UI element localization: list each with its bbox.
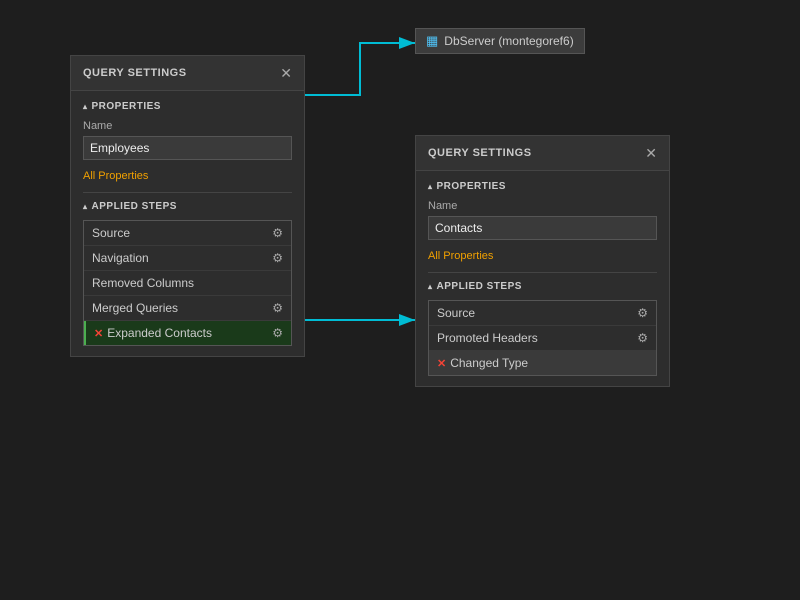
list-item[interactable]: Promoted Headers ⚙ — [429, 326, 656, 351]
step-left: Merged Queries — [92, 301, 178, 315]
left-steps-label: APPLIED STEPS — [92, 201, 177, 212]
gear-icon[interactable]: ⚙ — [272, 326, 283, 340]
left-steps-arrow: ▴ — [83, 202, 88, 211]
right-panel-body: ▴ PROPERTIES Name All Properties ▴ APPLI… — [416, 171, 669, 386]
step-name: Source — [92, 226, 130, 240]
list-item[interactable]: ✕ Changed Type — [429, 351, 656, 375]
gear-icon[interactable]: ⚙ — [637, 306, 648, 320]
gear-icon[interactable]: ⚙ — [272, 226, 283, 240]
left-name-input[interactable] — [83, 136, 292, 160]
step-right: ⚙ — [272, 326, 283, 340]
step-name: Promoted Headers — [437, 331, 538, 345]
right-panel-title: QUERY SETTINGS — [428, 147, 532, 159]
step-left: Source — [437, 306, 475, 320]
step-right: ⚙ — [637, 306, 648, 320]
list-item[interactable]: Navigation ⚙ — [84, 246, 291, 271]
step-name: Removed Columns — [92, 276, 194, 290]
step-name: Navigation — [92, 251, 149, 265]
step-left: Removed Columns — [92, 276, 194, 290]
left-panel-title: QUERY SETTINGS — [83, 67, 187, 79]
list-item[interactable]: Source ⚙ — [84, 221, 291, 246]
step-right: ⚙ — [637, 331, 648, 345]
right-name-label: Name — [428, 200, 657, 212]
right-properties-arrow: ▴ — [428, 182, 433, 191]
step-name: Merged Queries — [92, 301, 178, 315]
gear-icon[interactable]: ⚙ — [272, 301, 283, 315]
list-item[interactable]: Source ⚙ — [429, 301, 656, 326]
list-item[interactable]: Removed Columns — [84, 271, 291, 296]
step-name: Source — [437, 306, 475, 320]
gear-icon[interactable]: ⚙ — [272, 251, 283, 265]
gear-icon[interactable]: ⚙ — [637, 331, 648, 345]
step-right: ⚙ — [272, 301, 283, 315]
right-query-panel: QUERY SETTINGS ✕ ▴ PROPERTIES Name All P… — [415, 135, 670, 387]
database-icon: ▦ — [426, 33, 438, 49]
left-name-label: Name — [83, 120, 292, 132]
left-panel-header: QUERY SETTINGS ✕ — [71, 56, 304, 91]
db-server-label: DbServer (montegoref6) — [444, 34, 573, 48]
step-name: Expanded Contacts — [107, 326, 212, 340]
right-panel-header: QUERY SETTINGS ✕ — [416, 136, 669, 171]
step-error-icon: ✕ — [437, 357, 446, 370]
step-left: Promoted Headers — [437, 331, 538, 345]
left-properties-header: ▴ PROPERTIES — [83, 101, 292, 112]
arrow-to-db — [305, 43, 415, 95]
step-error-icon: ✕ — [94, 327, 103, 340]
left-applied-steps: ▴ APPLIED STEPS Source ⚙ Navigation ⚙ Remove… — [83, 201, 292, 346]
left-divider — [83, 192, 292, 193]
left-steps-header: ▴ APPLIED STEPS — [83, 201, 292, 212]
left-steps-list: Source ⚙ Navigation ⚙ Removed Columns Merged … — [83, 220, 292, 346]
list-item[interactable]: Merged Queries ⚙ — [84, 296, 291, 321]
right-applied-steps: ▴ APPLIED STEPS Source ⚙ Promoted Headers ⚙… — [428, 281, 657, 376]
right-steps-list: Source ⚙ Promoted Headers ⚙ ✕ Changed Type — [428, 300, 657, 376]
db-server-badge: ▦ DbServer (montegoref6) — [415, 28, 585, 54]
right-properties-label: PROPERTIES — [437, 181, 506, 192]
step-left: ✕ Expanded Contacts — [94, 326, 212, 340]
right-steps-label: APPLIED STEPS — [437, 281, 522, 292]
left-all-properties-link[interactable]: All Properties — [83, 170, 148, 182]
left-properties-label: PROPERTIES — [92, 101, 161, 112]
step-right: ⚙ — [272, 226, 283, 240]
left-query-panel: QUERY SETTINGS ✕ ▴ PROPERTIES Name All P… — [70, 55, 305, 357]
left-panel-close-button[interactable]: ✕ — [280, 66, 292, 80]
right-name-input[interactable] — [428, 216, 657, 240]
list-item[interactable]: ✕ Expanded Contacts ⚙ — [84, 321, 291, 345]
step-right: ⚙ — [272, 251, 283, 265]
right-panel-close-button[interactable]: ✕ — [645, 146, 657, 160]
step-left: Source — [92, 226, 130, 240]
step-left: Navigation — [92, 251, 149, 265]
step-name: Changed Type — [450, 356, 528, 370]
right-all-properties-link[interactable]: All Properties — [428, 250, 493, 262]
right-steps-header: ▴ APPLIED STEPS — [428, 281, 657, 292]
right-divider — [428, 272, 657, 273]
left-panel-body: ▴ PROPERTIES Name All Properties ▴ APPLI… — [71, 91, 304, 356]
right-properties-header: ▴ PROPERTIES — [428, 181, 657, 192]
right-steps-arrow: ▴ — [428, 282, 433, 291]
step-left: ✕ Changed Type — [437, 356, 528, 370]
left-properties-arrow: ▴ — [83, 102, 88, 111]
